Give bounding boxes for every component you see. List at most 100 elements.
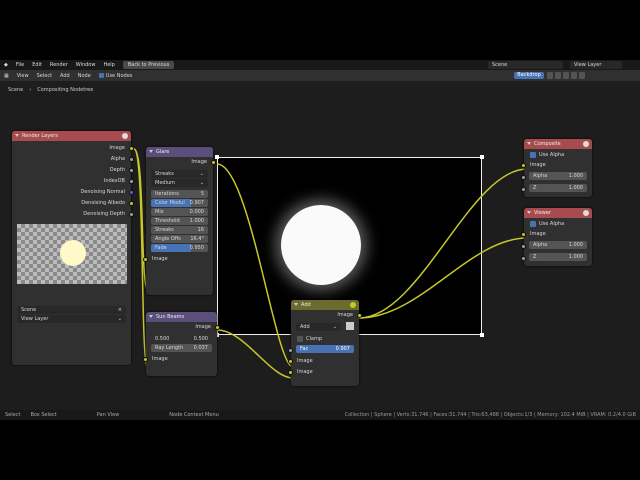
streaks-field[interactable]: Streaks 16: [151, 226, 208, 234]
checkbox-label: Use Alpha: [539, 151, 565, 158]
collapse-icon[interactable]: [527, 142, 531, 145]
socket-icon[interactable]: [143, 257, 148, 262]
glare-node[interactable]: Glare Image Streaks ⌄ Medium ⌄ Iterations 5…: [143, 147, 216, 295]
field-label: Alpha: [533, 242, 548, 248]
socket-label: Image: [337, 312, 353, 318]
node-header[interactable]: Sun Beams: [146, 312, 217, 322]
socket-icon[interactable]: [521, 175, 526, 180]
source-y[interactable]: 0.500: [194, 335, 208, 343]
socket-icon[interactable]: [288, 370, 293, 375]
node-header[interactable]: Viewer: [524, 208, 592, 218]
field-value: 0.907: [335, 346, 350, 352]
use-alpha-icon[interactable]: [345, 322, 354, 330]
socket-label: Image: [109, 145, 125, 151]
socket-icon[interactable]: [521, 232, 526, 237]
socket-icon[interactable]: [143, 357, 148, 362]
link-glare-add[interactable]: [216, 163, 294, 368]
socket-icon[interactable]: [129, 201, 134, 206]
alpha-socket-row: Alpha 1.000: [521, 241, 592, 252]
close-icon[interactable]: ×: [118, 306, 122, 314]
checkbox-icon[interactable]: [530, 151, 536, 158]
field-value: 1.000: [568, 242, 583, 248]
checkbox-icon[interactable]: [297, 335, 303, 342]
collapse-icon[interactable]: [149, 150, 153, 153]
clamp-checkbox[interactable]: Clamp: [291, 333, 359, 344]
status-pan-view: Pan View: [96, 412, 120, 418]
add-mix-node[interactable]: Add Image Add ⌄ Clamp Fac 0.907 Image Imag…: [288, 300, 362, 386]
fac-slider[interactable]: Fac 0.907: [296, 345, 354, 353]
socket-icon[interactable]: [521, 163, 526, 168]
preview-toggle-icon[interactable]: [583, 210, 589, 216]
alpha-field[interactable]: Alpha 1.000: [529, 172, 587, 180]
collapse-icon[interactable]: [527, 211, 531, 214]
input-socket-row: Image: [521, 160, 592, 171]
blend-mode-dropdown[interactable]: Add ⌄: [296, 323, 341, 331]
status-box-select: Box Select: [30, 412, 57, 418]
socket-icon[interactable]: [129, 212, 134, 217]
viewer-node[interactable]: Viewer Use Alpha Image Alpha 1.000 Z 1.000: [521, 208, 592, 266]
mix-slider[interactable]: Mix 0.000: [151, 208, 208, 216]
link-sunbeams-add[interactable]: [216, 329, 294, 379]
z-field[interactable]: Z 1.000: [529, 253, 587, 261]
threshold-field[interactable]: Threshold 1.000: [151, 217, 208, 225]
color-modulation-slider[interactable]: Color Modul 0.907: [151, 199, 208, 207]
use-alpha-checkbox[interactable]: Use Alpha: [524, 149, 592, 160]
field-value: 1.000: [568, 173, 583, 179]
socket-icon[interactable]: [521, 187, 526, 192]
use-alpha-checkbox[interactable]: Use Alpha: [524, 218, 592, 229]
sun-beams-node[interactable]: Sun Beams Image 0.500 0.500 Ray Length 0.0…: [143, 312, 220, 376]
source-position-field[interactable]: 0.500 0.500: [151, 335, 212, 343]
ray-length-field[interactable]: Ray Length 0.037: [151, 344, 212, 352]
input-socket-row: Image: [521, 229, 592, 240]
socket-icon[interactable]: [129, 157, 134, 162]
input-socket-row: Image: [288, 367, 359, 378]
link-add-viewer[interactable]: [358, 237, 528, 319]
alpha-field[interactable]: Alpha 1.000: [529, 241, 587, 249]
socket-icon[interactable]: [211, 160, 216, 165]
socket-icon[interactable]: [129, 146, 134, 151]
socket-label: Image: [530, 162, 546, 168]
socket-icon[interactable]: [521, 244, 526, 249]
preview-toggle-icon[interactable]: [583, 141, 589, 147]
field-value: 0.000: [189, 209, 204, 215]
socket-icon[interactable]: [129, 179, 134, 184]
quality-dropdown[interactable]: Medium ⌄: [151, 179, 208, 187]
fade-slider[interactable]: Fade 0.950: [151, 244, 208, 252]
output-socket-row: Image: [291, 310, 362, 321]
chevron-down-icon[interactable]: ⌄: [118, 315, 122, 323]
chevron-down-icon: ⌄: [332, 324, 337, 330]
z-field[interactable]: Z 1.000: [529, 184, 587, 192]
scene-field[interactable]: Scene ×: [17, 306, 126, 314]
socket-icon[interactable]: [521, 256, 526, 261]
socket-icon[interactable]: [129, 168, 134, 173]
node-header[interactable]: Add: [291, 300, 359, 310]
field-value: 5: [200, 191, 204, 197]
socket-icon[interactable]: [215, 325, 220, 330]
composite-node[interactable]: Composite Use Alpha Image Alpha 1.000 Z 1.…: [521, 139, 592, 197]
output-socket-row: Image: [146, 157, 216, 168]
iterations-field[interactable]: Iterations 5: [151, 190, 208, 198]
view-layer-field[interactable]: View Layer ⌄: [17, 315, 126, 323]
node-header[interactable]: Render Layers: [12, 131, 131, 141]
preview-toggle-icon[interactable]: [350, 302, 356, 308]
socket-icon[interactable]: [288, 359, 293, 364]
collapse-icon[interactable]: [15, 134, 19, 137]
field-value: 16: [197, 227, 204, 233]
angle-offset-field[interactable]: Angle Offs 16.4°: [151, 235, 208, 243]
field-label: Alpha: [533, 173, 548, 179]
field-value: 1.000: [568, 254, 583, 260]
alpha-socket-row: Alpha 1.000: [521, 172, 592, 183]
output-socket-row: Alpha: [12, 154, 134, 165]
node-header[interactable]: Glare: [146, 147, 213, 157]
socket-icon[interactable]: [129, 190, 134, 195]
source-x[interactable]: 0.500: [155, 335, 169, 343]
socket-icon[interactable]: [357, 313, 362, 318]
glare-type-dropdown[interactable]: Streaks ⌄: [151, 170, 208, 178]
collapse-icon[interactable]: [149, 315, 153, 318]
collapse-icon[interactable]: [294, 303, 298, 306]
checkbox-icon[interactable]: [530, 220, 536, 227]
render-layers-node[interactable]: Render Layers Image Alpha Depth IndexOB …: [12, 131, 134, 365]
socket-icon[interactable]: [288, 348, 293, 353]
node-header[interactable]: Composite: [524, 139, 592, 149]
preview-toggle-icon[interactable]: [122, 133, 128, 139]
